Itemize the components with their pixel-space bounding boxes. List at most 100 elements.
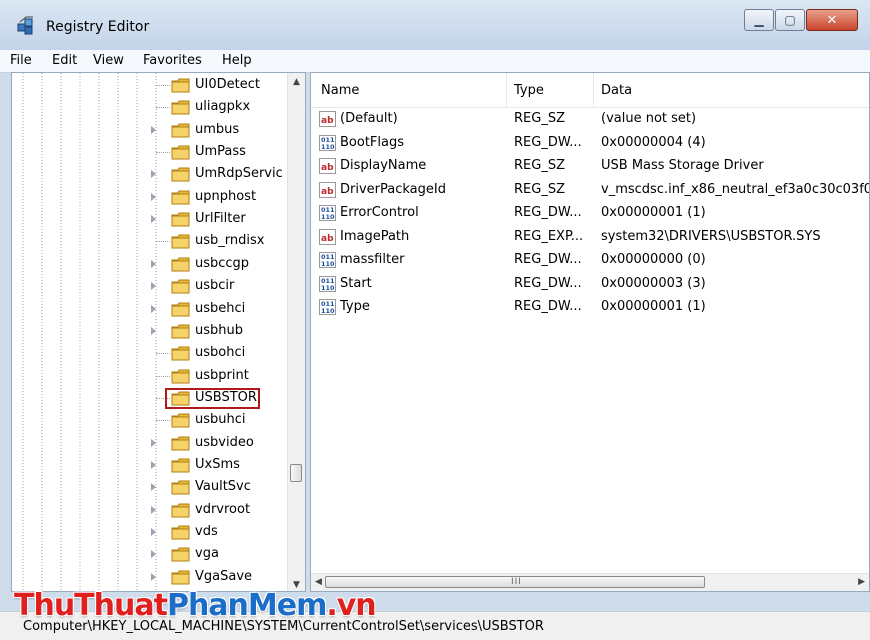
tree-item[interactable]: usbehci bbox=[12, 299, 292, 321]
expand-arrow-icon[interactable] bbox=[151, 125, 156, 134]
folder-icon bbox=[171, 302, 190, 317]
expand-arrow-icon[interactable] bbox=[151, 282, 156, 291]
tree-item[interactable]: vga bbox=[12, 544, 292, 566]
tree-item[interactable]: vds bbox=[12, 522, 292, 544]
tree-item-label: UxSms bbox=[195, 456, 240, 472]
expand-arrow-icon[interactable] bbox=[151, 460, 156, 469]
expand-arrow-icon[interactable] bbox=[151, 550, 156, 559]
expand-arrow-icon[interactable] bbox=[151, 528, 156, 536]
tree-item[interactable]: usbvideo bbox=[12, 433, 292, 455]
value-row[interactable]: 011 110 Start REG_DW... 0x00000003 (3) bbox=[311, 273, 869, 296]
registry-editor-icon bbox=[17, 16, 33, 35]
tree-connector bbox=[156, 107, 170, 109]
value-row[interactable]: ab DisplayName REG_SZ USB Mass Storage Driv… bbox=[311, 155, 869, 178]
svg-text:ab: ab bbox=[321, 116, 334, 126]
tree-item[interactable]: uliagpkx bbox=[12, 97, 292, 119]
folder-icon bbox=[171, 525, 190, 540]
value-row[interactable]: 011 110 BootFlags REG_DW... 0x00000004 (4) bbox=[311, 132, 869, 155]
scroll-left-arrow-icon[interactable]: ◀ bbox=[315, 577, 322, 587]
expand-arrow-icon[interactable] bbox=[151, 326, 156, 335]
value-row[interactable]: 011 110 massfilter REG_DW... 0x00000000 (0) bbox=[311, 249, 869, 272]
expand-arrow-icon[interactable] bbox=[151, 304, 156, 313]
tree-item[interactable]: UxSms bbox=[12, 455, 292, 477]
value-name: Type bbox=[340, 299, 370, 314]
tree-item[interactable]: usb_rndisx bbox=[12, 231, 292, 253]
value-data: USB Mass Storage Driver bbox=[601, 158, 764, 173]
tree-item[interactable]: UrlFilter bbox=[12, 209, 292, 231]
tree-item[interactable]: UI0Detect bbox=[12, 75, 292, 97]
column-header-data[interactable]: Data bbox=[601, 83, 632, 98]
tree-item[interactable]: USBSTOR bbox=[12, 387, 292, 410]
column-divider[interactable] bbox=[593, 73, 594, 107]
maximize-button[interactable]: ▢ bbox=[775, 9, 805, 31]
tree-item[interactable]: usbccgp bbox=[12, 254, 292, 276]
tree-item[interactable]: usbprint bbox=[12, 366, 292, 388]
value-data: 0x00000004 (4) bbox=[601, 134, 706, 150]
tree-item-label: usbehci bbox=[195, 300, 246, 316]
value-row[interactable]: ab ImagePath REG_EXP... system32\DRIVERS\US… bbox=[311, 226, 869, 249]
value-data: v_mscdsc.inf_x86_neutral_ef3a0c30c03f02 bbox=[601, 181, 870, 197]
tree-vertical-scrollbar[interactable]: ▲ ▼ bbox=[287, 73, 305, 591]
expand-arrow-icon[interactable] bbox=[151, 483, 156, 492]
values-list-pane[interactable]: Name Type Data ab (Default) REG_SZ (value n… bbox=[310, 72, 870, 592]
string-value-icon: ab bbox=[319, 228, 336, 245]
value-row[interactable]: 011 110 ErrorControl REG_DW... 0x00000001 (1… bbox=[311, 202, 869, 225]
menu-file[interactable]: File bbox=[10, 53, 32, 68]
title-bar[interactable]: Registry Editor ▁ ▢ ✕ bbox=[0, 0, 870, 50]
value-name: massfilter bbox=[340, 252, 405, 267]
tree-item[interactable]: usbuhci bbox=[12, 410, 292, 432]
value-name: Start bbox=[340, 275, 372, 291]
value-row[interactable]: ab (Default) REG_SZ (value not set) bbox=[311, 108, 869, 131]
key-tree-pane[interactable]: UI0Detect uliagpkx umbus UmPass UmRdpServic u… bbox=[11, 72, 306, 592]
tree-item[interactable]: vdrvroot bbox=[12, 500, 292, 522]
tree-item[interactable]: usbhub bbox=[12, 321, 292, 343]
tree-item[interactable]: VaultSvc bbox=[12, 477, 292, 499]
tree-item[interactable]: usbohci bbox=[12, 343, 292, 365]
column-header-type[interactable]: Type bbox=[514, 83, 544, 98]
expand-arrow-icon[interactable] bbox=[151, 192, 156, 201]
selection-highlight-box bbox=[165, 387, 260, 409]
value-type: REG_DW... bbox=[514, 205, 582, 220]
tree-item[interactable]: UmPass bbox=[12, 142, 292, 164]
folder-icon bbox=[171, 480, 190, 495]
scroll-up-arrow-icon[interactable]: ▲ bbox=[288, 73, 305, 90]
scroll-right-arrow-icon[interactable]: ▶ bbox=[858, 577, 865, 587]
scroll-thumb[interactable]: III bbox=[325, 576, 705, 588]
tree-item[interactable]: upnphost bbox=[12, 187, 292, 209]
menu-help[interactable]: Help bbox=[222, 53, 252, 68]
close-button[interactable]: ✕ bbox=[806, 9, 858, 31]
value-type: REG_SZ bbox=[514, 158, 565, 173]
menu-edit[interactable]: Edit bbox=[52, 53, 77, 68]
menu-favorites[interactable]: Favorites bbox=[143, 53, 202, 68]
value-row[interactable]: 011 110 Type REG_DW... 0x00000001 (1) bbox=[311, 296, 869, 319]
folder-icon bbox=[171, 234, 190, 249]
tree-item[interactable]: umbus bbox=[12, 120, 292, 142]
folder-icon bbox=[171, 279, 190, 294]
list-header: Name Type Data bbox=[311, 73, 869, 108]
value-data: 0x00000000 (0) bbox=[601, 252, 706, 267]
value-name: DisplayName bbox=[340, 158, 427, 173]
tree-item-label: upnphost bbox=[195, 188, 257, 204]
value-name: DriverPackageId bbox=[340, 181, 446, 197]
minimize-button[interactable]: ▁ bbox=[744, 9, 774, 31]
watermark-logo: ThuThuatPhanMem.vn bbox=[14, 588, 377, 623]
expand-arrow-icon[interactable] bbox=[151, 215, 156, 224]
expand-arrow-icon[interactable] bbox=[151, 259, 156, 268]
expand-arrow-icon[interactable] bbox=[151, 438, 156, 447]
list-horizontal-scrollbar[interactable]: ◀ III ▶ bbox=[311, 573, 869, 591]
column-header-name[interactable]: Name bbox=[321, 83, 359, 98]
tree-item[interactable]: UmRdpServic bbox=[12, 164, 292, 186]
value-name: BootFlags bbox=[340, 134, 405, 150]
tree-item[interactable]: usbcir bbox=[12, 276, 292, 298]
expand-arrow-icon[interactable] bbox=[151, 505, 156, 514]
tree-item[interactable]: VgaSave bbox=[12, 567, 292, 589]
menu-view[interactable]: View bbox=[93, 53, 124, 68]
expand-arrow-icon[interactable] bbox=[151, 572, 156, 581]
value-type: REG_DW... bbox=[514, 134, 582, 150]
column-divider[interactable] bbox=[506, 73, 507, 107]
tree-connector bbox=[156, 353, 170, 355]
value-name: ErrorControl bbox=[340, 205, 419, 220]
scroll-thumb[interactable] bbox=[290, 464, 302, 483]
expand-arrow-icon[interactable] bbox=[151, 170, 156, 179]
value-row[interactable]: ab DriverPackageId REG_SZ v_mscdsc.inf_x86_… bbox=[311, 179, 870, 202]
